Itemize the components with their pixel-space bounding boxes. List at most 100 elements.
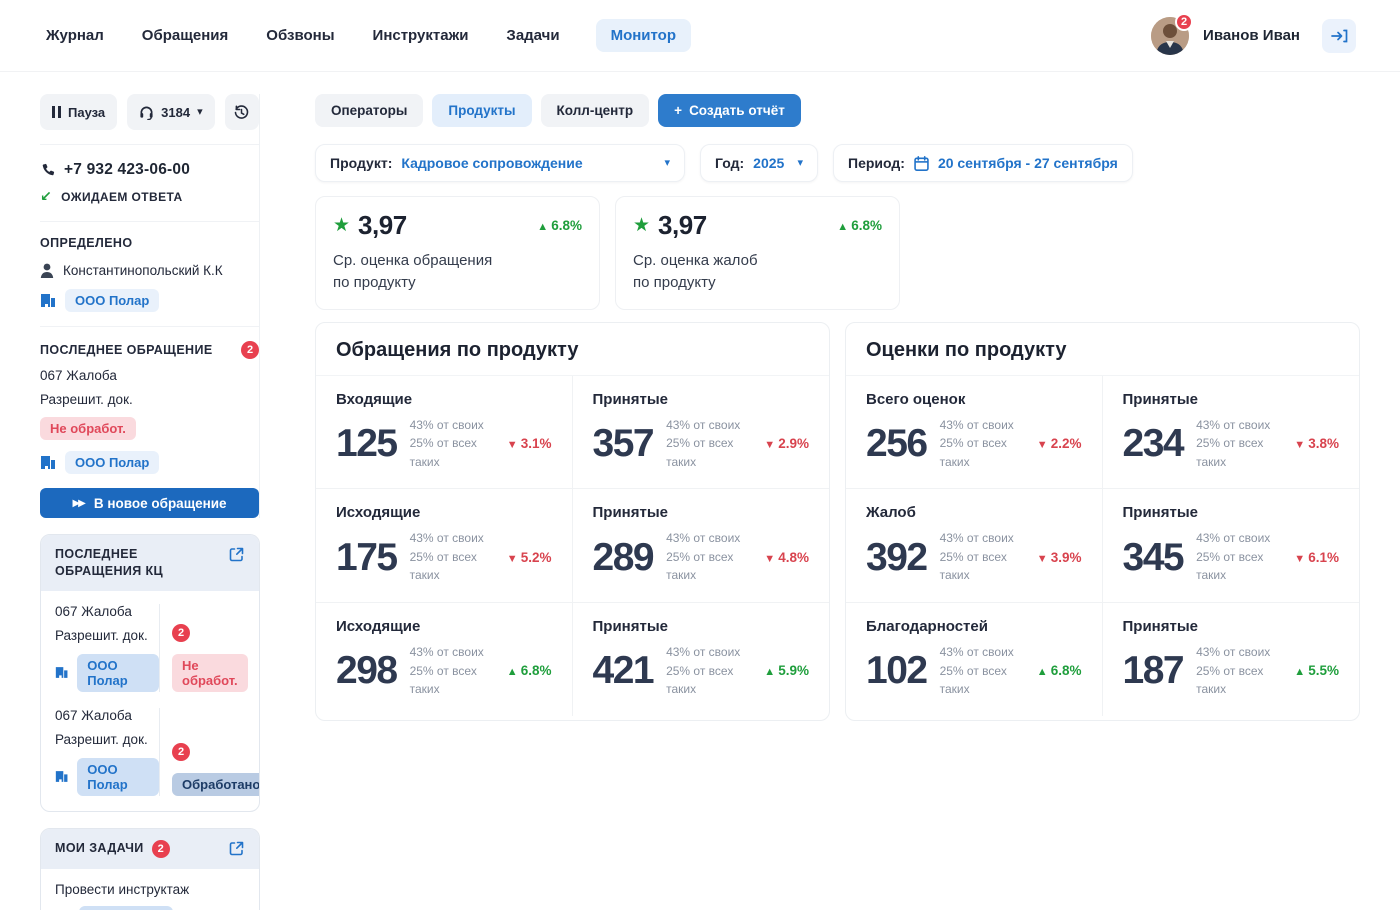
company-link[interactable]: ООО Полар [77,758,159,796]
calendar-icon [914,156,929,171]
stat-cell: Принятые 357 43% от своих25% от всех так… [573,376,830,489]
score-trend: 6.8% [537,218,582,233]
avatar[interactable]: 2 [1151,17,1189,55]
request-code: 067 Жалоба [55,604,159,619]
tab-operators[interactable]: Операторы [315,94,423,127]
pause-button[interactable]: Пауза [40,94,117,130]
stat-cell: Исходящие 175 43% от своих25% от всех та… [316,488,573,602]
divider [40,221,259,222]
company-link[interactable]: ООО Полар [79,906,173,910]
panel-title: Обращения по продукту [316,323,829,376]
pause-label: Пауза [68,105,105,120]
logout-button[interactable] [1322,19,1356,53]
incoming-call-icon: ↙ [40,188,52,205]
unread-badge: 2 [172,624,190,642]
period-filter-value: 20 сентября - 27 сентября [938,155,1118,171]
stat-cell: Исходящие 298 43% от своих25% от всех та… [316,602,573,716]
last-request-section: ПОСЛЕДНЕЕ ОБРАЩЕНИЕ 2 067 Жалоба Разреши… [40,341,259,518]
person-icon [40,263,54,278]
headset-icon [139,105,154,120]
status-badge: Не обработ. [40,417,136,440]
unread-badge: 2 [172,743,190,761]
nav-item-briefings[interactable]: Инструктажи [371,19,471,52]
building-icon [40,455,56,470]
phone-icon [40,163,55,178]
stat-trend: 3.8% [1294,436,1339,451]
score-label: Ср. оценка обращения по продукту [333,250,582,294]
list-item: 067 Жалоба Разрешит. док. ООО Полар 2 [55,604,245,692]
last-request-badge: 2 [241,341,259,359]
year-filter-label: Год: [715,155,744,171]
requests-by-product-panel: Обращения по продукту Входящие 125 43% о… [315,322,830,721]
product-filter[interactable]: Продукт: Кадровое сопровождение ▾ [315,144,685,182]
top-navbar: Журнал Обращения Обзвоны Инструктажи Зад… [0,0,1400,72]
period-filter[interactable]: Период: 20 сентября - 27 сентября [833,144,1133,182]
star-icon: ★ [633,214,650,237]
history-icon [233,104,250,121]
stat-trend: 6.1% [1294,550,1339,565]
nav-item-journal[interactable]: Журнал [44,19,106,52]
my-tasks-card: МОИ ЗАДАЧИ 2 Провести инструктаж [40,828,260,910]
kc-requests-title: ПОСЛЕДНЕЕ ОБРАЩЕНИЯ КЦ [55,546,185,580]
status-badge: Не обработ. [172,654,248,692]
stat-trend: 6.8% [1037,663,1082,678]
avg-complaint-score-card: ★ 3,97 6.8% Ср. оценка жалоб по продукту [615,196,900,310]
my-tasks-badge: 2 [152,840,170,858]
create-report-label: Создать отчёт [689,103,785,118]
stat-cell: Принятые 234 43% от своих25% от всех так… [1103,376,1360,489]
caller-phone-number: +7 932 423-06-00 [64,161,190,179]
stat-cell: Всего оценок 256 43% от своих25% от всех… [846,376,1103,489]
product-filter-value: Кадровое сопровождение [401,155,582,171]
tab-products[interactable]: Продукты [432,94,531,127]
user-name: Иванов Иван [1203,27,1300,44]
call-controls: Пауза 3184 ▾ [40,94,259,130]
tab-call-center[interactable]: Колл-центр [541,94,650,127]
nav-item-monitor[interactable]: Монитор [596,19,691,52]
company-link[interactable]: ООО Полар [65,451,159,474]
star-icon: ★ [333,214,350,237]
stat-trend: 3.9% [1037,550,1082,565]
open-kc-requests-button[interactable] [228,546,245,563]
open-my-tasks-button[interactable] [228,840,245,857]
external-link-icon [228,840,245,857]
company-link[interactable]: ООО Полар [77,654,159,692]
score-value: 3,97 [658,210,707,241]
extension-selector[interactable]: 3184 ▾ [127,94,214,130]
stat-cell: Благодарностей 102 43% от своих25% от вс… [846,602,1103,716]
sidebar: Пауза 3184 ▾ [40,94,260,910]
call-status: ОЖИДАЕМ ОТВЕТА [61,190,182,204]
nav-item-requests[interactable]: Обращения [140,19,230,52]
plus-icon: + [674,103,682,118]
stat-trend: 5.9% [764,663,809,678]
call-history-button[interactable] [225,94,259,130]
avatar-badge: 2 [1175,13,1193,31]
building-icon [55,769,68,784]
pause-icon [52,106,61,118]
request-code: 067 Жалоба [40,368,259,383]
chevron-down-icon: ▾ [797,158,803,169]
score-cards: ★ 3,97 6.8% Ср. оценка обращения по прод… [315,196,1360,310]
company-link[interactable]: ООО Полар [65,289,159,312]
to-new-request-button[interactable]: ▶▶ В новое обращение [40,488,259,518]
stat-cell: Входящие 125 43% от своих25% от всех так… [316,376,573,489]
building-icon [55,665,68,680]
stat-trend: 6.8% [507,663,552,678]
nav-item-callouts[interactable]: Обзвоны [264,19,336,52]
stat-cell: Жалоб 392 43% от своих25% от всех таких … [846,488,1103,602]
fast-forward-icon: ▶▶ [72,498,83,509]
score-trend: 6.8% [837,218,882,233]
main-content: Операторы Продукты Колл-центр + Создать … [315,94,1360,721]
stat-trend: 2.9% [764,436,809,451]
main-nav: Журнал Обращения Обзвоны Инструктажи Зад… [44,19,691,52]
year-filter[interactable]: Год: 2025 ▾ [700,144,818,182]
panel-title: Оценки по продукту [846,323,1359,376]
status-badge: Обработано [172,773,260,796]
nav-item-tasks[interactable]: Задачи [504,19,561,52]
request-doc: Разрешит. док. [55,628,159,643]
user-area: 2 Иванов Иван [1151,17,1356,55]
list-item: 067 Жалоба Разрешит. док. ООО Полар 2 [55,708,245,796]
create-report-button[interactable]: + Создать отчёт [658,94,801,127]
scores-by-product-panel: Оценки по продукту Всего оценок 256 43% … [845,322,1360,721]
stat-trend: 2.2% [1037,436,1082,451]
stat-trend: 5.5% [1294,663,1339,678]
